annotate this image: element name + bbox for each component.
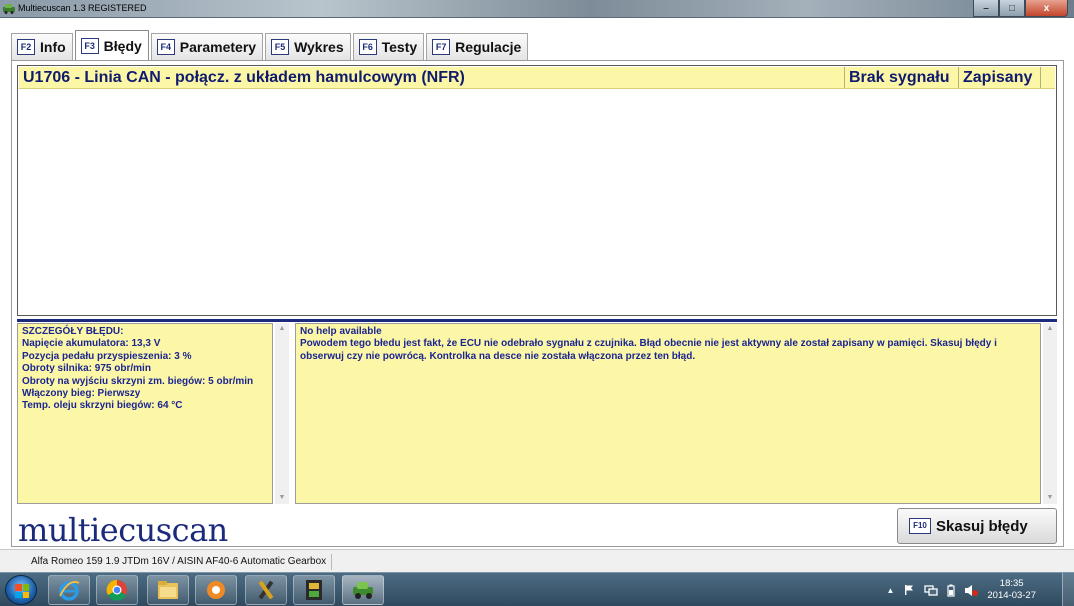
details-line: Temp. oleju skrzyni biegów: 64 °C (22, 400, 183, 412)
internet-explorer-icon (59, 581, 80, 601)
tray-expand-icon[interactable]: ▲ (886, 586, 894, 595)
media-player-icon (207, 581, 225, 599)
f2-key-icon: F2 (17, 39, 35, 55)
chrome-button[interactable] (96, 575, 138, 605)
network-icon[interactable] (924, 584, 939, 596)
details-scrollbar[interactable]: ▲ ▼ (275, 323, 289, 504)
error-state: Zapisany (958, 67, 1040, 88)
multiecuscan-logo: multiecuscan (18, 511, 228, 549)
window-title-bar[interactable]: Multiecuscan 1.3 REGISTERED – □ x (0, 0, 1074, 18)
volume-muted-icon[interactable] (964, 584, 979, 597)
vehicle-info: Alfa Romeo 159 1.9 JTDm 16V / AISIN AF40… (26, 554, 333, 570)
details-line: Włączony bieg: Pierwszy (22, 388, 141, 400)
errors-panel: U1706 - Linia CAN - połącz. z układem ha… (11, 60, 1064, 549)
help-heading: No help available (300, 326, 382, 337)
video-app-button[interactable] (293, 575, 335, 605)
clear-errors-label: Skasuj błędy (936, 517, 1028, 535)
folder-icon (158, 581, 178, 599)
system-tray: ▲ 18:35 2014-03-27 (886, 576, 1036, 604)
f10-key-icon: F10 (909, 518, 931, 534)
action-center-flag-icon[interactable] (903, 584, 915, 596)
error-status: Brak sygnału (844, 67, 958, 88)
system-clock[interactable]: 18:35 2014-03-27 (987, 578, 1036, 602)
scroll-down-icon[interactable]: ▼ (275, 492, 289, 504)
tab-label: Testy (381, 39, 418, 55)
app-window: F2 Info F3 Błędy F4 Parametery F5 Wykres… (0, 18, 1074, 549)
taskbar: ▲ 18:35 2014-03-27 (0, 572, 1074, 606)
f3-key-icon: F3 (80, 37, 99, 54)
internet-explorer-button[interactable] (48, 575, 90, 605)
maximize-icon: □ (1008, 2, 1016, 14)
tab-parameters[interactable]: F4 Parametery (150, 33, 264, 60)
scroll-up-icon[interactable]: ▲ (1043, 323, 1057, 335)
window-title: Multiecuscan 1.3 REGISTERED (18, 3, 147, 13)
media-player-button[interactable] (195, 575, 237, 605)
app-icon (3, 4, 15, 14)
file-explorer-button[interactable] (147, 575, 189, 605)
chrome-icon (106, 579, 127, 601)
f7-key-icon: F7 (432, 39, 451, 55)
tab-label: Regulacje (455, 39, 522, 55)
car-diagnostic-icon (353, 582, 373, 599)
tool-app-button[interactable] (245, 575, 287, 605)
windows-logo-icon (15, 584, 29, 598)
tab-info[interactable]: F2 Info (11, 33, 73, 60)
tab-label: Błędy (103, 37, 142, 54)
window-controls: – □ x (973, 0, 1068, 17)
details-line: Obroty silnika: 975 obr/min (22, 363, 151, 375)
tab-tests[interactable]: F6 Testy (352, 33, 425, 60)
scroll-down-icon[interactable]: ▼ (1043, 492, 1057, 504)
battery-icon[interactable] (947, 584, 955, 597)
f6-key-icon: F6 (358, 39, 377, 55)
tab-errors[interactable]: F3 Błędy (74, 30, 149, 60)
details-line: Pozycja pedału przyspieszenia: 3 % (22, 350, 192, 362)
minimize-button[interactable]: – (973, 0, 999, 17)
tab-adjustments[interactable]: F7 Regulacje (426, 33, 529, 60)
clear-errors-button[interactable]: F10 Skasuj błędy (897, 508, 1057, 544)
tab-label: Wykres (294, 39, 344, 55)
details-line: Obroty na wyjściu skrzyni zm. biegów: 5 … (22, 375, 254, 387)
error-row-spacer (1040, 67, 1055, 88)
clock-time: 18:35 (999, 578, 1024, 589)
error-list[interactable]: U1706 - Linia CAN - połącz. z układem ha… (17, 65, 1057, 316)
splitter[interactable] (17, 319, 1057, 322)
minimize-icon: – (983, 2, 989, 14)
clock-date: 2014-03-27 (987, 590, 1036, 601)
film-icon (306, 580, 322, 600)
error-help-box[interactable]: No help available Powodem tego błedu jes… (295, 323, 1041, 504)
error-description: U1706 - Linia CAN - połącz. z układem ha… (23, 69, 465, 86)
show-desktop-button[interactable] (1062, 573, 1074, 606)
help-text: Powodem tego błedu jest fakt, że ECU nie… (300, 338, 997, 362)
close-icon: x (1043, 2, 1050, 14)
close-button[interactable]: x (1025, 0, 1068, 17)
tab-chart[interactable]: F5 Wykres (265, 33, 351, 60)
tab-bar: F2 Info F3 Błędy F4 Parametery F5 Wykres… (11, 30, 530, 60)
f4-key-icon: F4 (156, 39, 175, 55)
error-details-box[interactable]: SZCZEGÓŁY BŁĘDU: Napięcie akumulatora: 1… (17, 323, 273, 504)
error-row[interactable]: U1706 - Linia CAN - połącz. z układem ha… (19, 67, 1055, 89)
tab-label: Info (40, 39, 66, 55)
help-scrollbar[interactable]: ▲ ▼ (1043, 323, 1057, 504)
scroll-up-icon[interactable]: ▲ (275, 323, 289, 335)
tab-label: Parametery (179, 39, 257, 55)
details-line: Napięcie akumulatora: 13,3 V (22, 338, 161, 350)
status-bar: Alfa Romeo 159 1.9 JTDm 16V / AISIN AF40… (0, 549, 1074, 572)
start-button[interactable] (5, 575, 37, 605)
wrench-icon (258, 580, 274, 600)
details-heading: SZCZEGÓŁY BŁĘDU: (22, 326, 124, 337)
maximize-button[interactable]: □ (999, 0, 1025, 17)
f5-key-icon: F5 (271, 39, 290, 55)
multiecuscan-taskbar-button[interactable] (342, 575, 384, 605)
